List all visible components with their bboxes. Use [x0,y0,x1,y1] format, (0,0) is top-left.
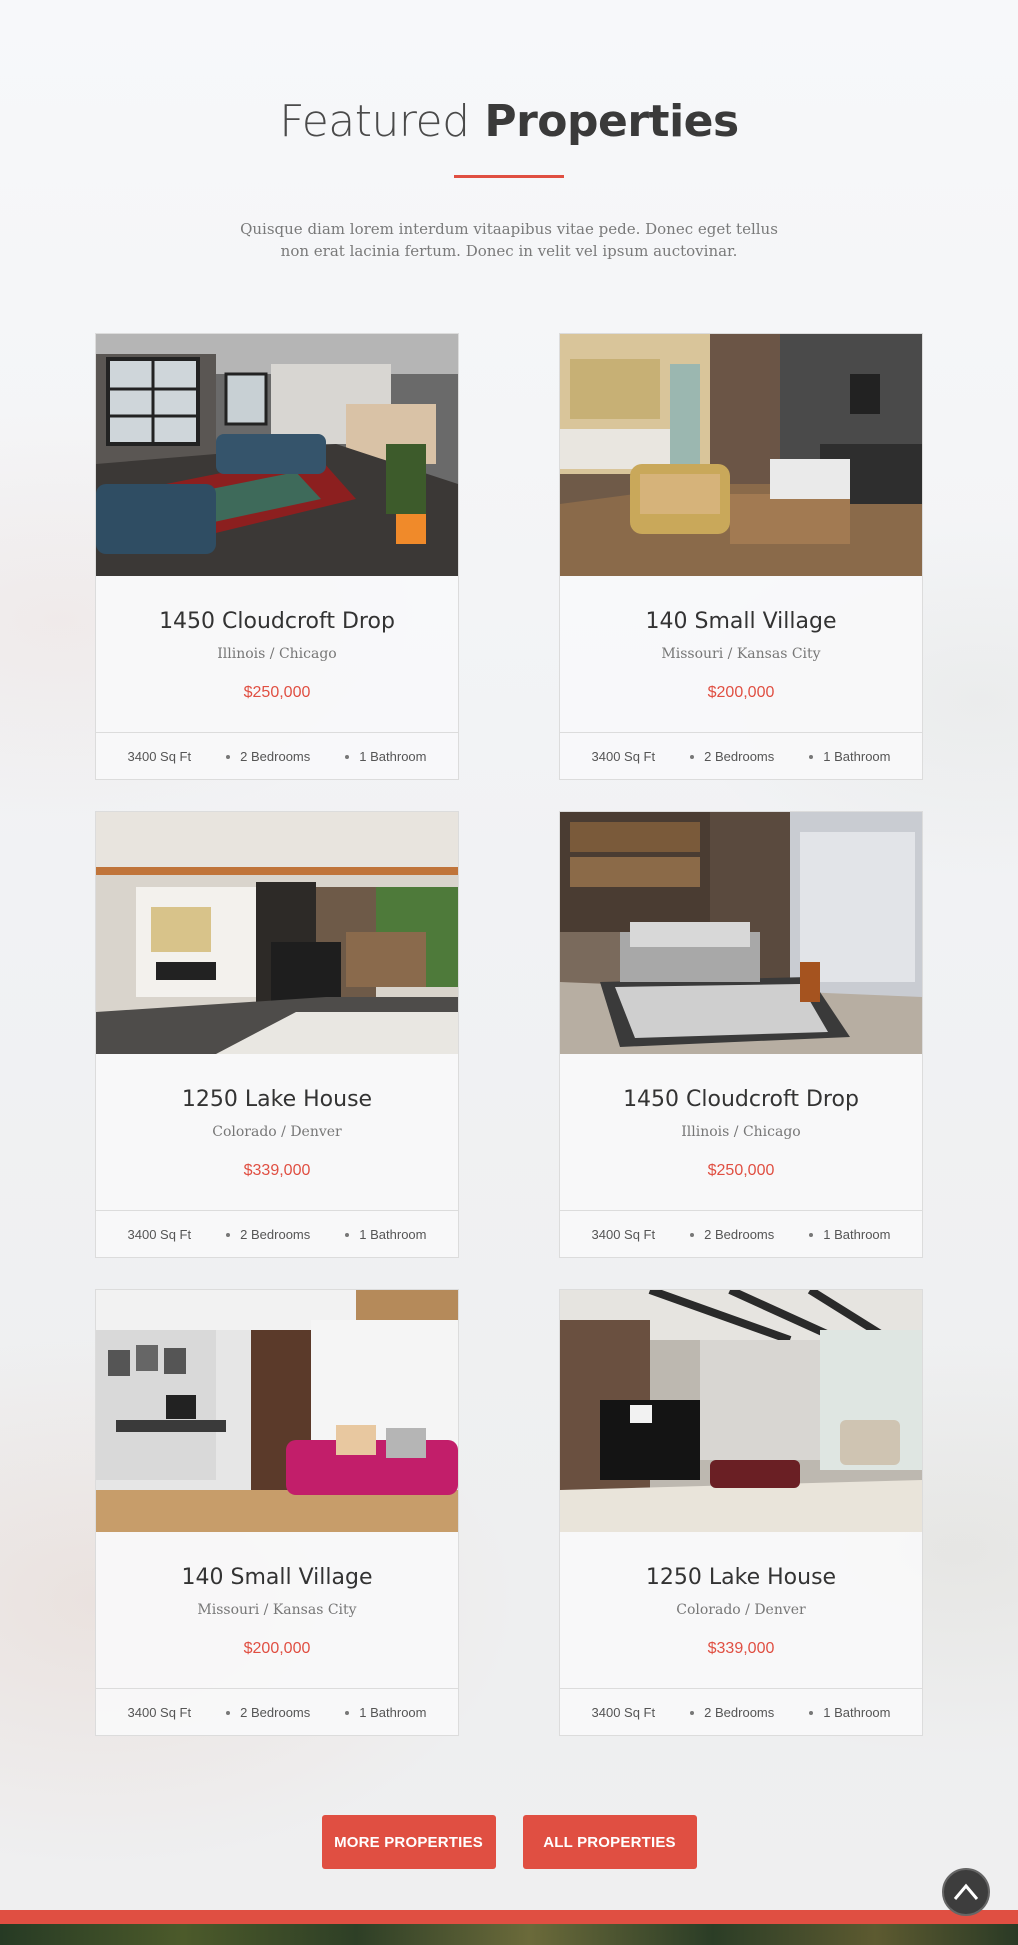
property-bedrooms-wrap: 2 Bedrooms [226,749,310,764]
property-price: $339,000 [243,1162,311,1179]
property-bedrooms: 2 Bedrooms [240,748,311,764]
footer-image-strip [0,1924,1018,1945]
property-location: Illinois / Chicago [681,1124,801,1140]
property-bathrooms-wrap: 1 Bathroom [809,749,890,764]
bullet-icon [345,1711,350,1716]
property-specs: 3400 Sq Ft 2 Bedrooms 1 Bathroom [96,1210,458,1257]
property-info: 1250 Lake House Colorado / Denver $339,0… [96,1054,458,1209]
property-price: $339,000 [707,1640,775,1657]
section-header: Featured Properties Quisque diam lorem i… [0,96,1018,262]
property-bathrooms: 1 Bathroom [359,1226,427,1242]
property-card[interactable]: 140 Small Village Missouri / Kansas City… [95,1289,459,1736]
property-bathrooms: 1 Bathroom [359,748,427,764]
property-bedrooms: 2 Bedrooms [704,1704,775,1720]
property-name[interactable]: 1250 Lake House [96,1087,458,1112]
property-name[interactable]: 1450 Cloudcroft Drop [96,609,458,634]
property-location: Illinois / Chicago [217,646,337,662]
property-name[interactable]: 1450 Cloudcroft Drop [560,1087,922,1112]
property-bathrooms-wrap: 1 Bathroom [345,749,426,764]
property-name[interactable]: 140 Small Village [96,1565,458,1590]
property-info: 1250 Lake House Colorado / Denver $339,0… [560,1532,922,1687]
property-location: Missouri / Kansas City [661,646,821,662]
more-properties-button[interactable]: MORE PROPERTIES [321,1815,496,1869]
property-area: 3400 Sq Ft [127,748,192,764]
bullet-icon [226,1233,231,1238]
property-area: 3400 Sq Ft [591,1704,656,1720]
section-title-bold: Properties [484,96,739,147]
property-bathrooms-wrap: 1 Bathroom [345,1227,426,1242]
property-info: 1450 Cloudcroft Drop Illinois / Chicago … [96,576,458,731]
chevron-up-icon [953,1883,979,1900]
property-card[interactable]: 1250 Lake House Colorado / Denver $339,0… [559,1289,923,1736]
property-area: 3400 Sq Ft [127,1226,192,1242]
property-bathrooms-wrap: 1 Bathroom [809,1705,890,1720]
piano-lounge-photo[interactable] [560,1290,922,1532]
property-card[interactable]: 1450 Cloudcroft Drop Illinois / Chicago … [559,811,923,1258]
section-title-light: Featured [279,96,470,147]
property-specs: 3400 Sq Ft 2 Bedrooms 1 Bathroom [96,732,458,779]
property-price: $250,000 [243,684,311,701]
property-specs: 3400 Sq Ft 2 Bedrooms 1 Bathroom [560,1688,922,1735]
property-price: $200,000 [707,684,775,701]
property-card[interactable]: 140 Small Village Missouri / Kansas City… [559,333,923,780]
bullet-icon [809,755,814,760]
property-bathrooms-wrap: 1 Bathroom [809,1227,890,1242]
property-specs: 3400 Sq Ft 2 Bedrooms 1 Bathroom [560,1210,922,1257]
bedroom-photo[interactable] [560,812,922,1054]
property-actions: MORE PROPERTIES ALL PROPERTIES [0,1815,1018,1869]
living-room-photo[interactable] [96,334,458,576]
property-bathrooms: 1 Bathroom [823,1704,891,1720]
property-location: Colorado / Denver [676,1602,806,1618]
property-card[interactable]: 1450 Cloudcroft Drop Illinois / Chicago … [95,333,459,780]
property-location: Missouri / Kansas City [197,1602,357,1618]
property-area: 3400 Sq Ft [591,748,656,764]
property-area: 3400 Sq Ft [591,1226,656,1242]
property-bedrooms-wrap: 2 Bedrooms [226,1705,310,1720]
property-name[interactable]: 1250 Lake House [560,1565,922,1590]
property-info: 140 Small Village Missouri / Kansas City… [560,576,922,731]
bullet-icon [226,1711,231,1716]
footer-accent-bar [0,1910,1018,1924]
property-area: 3400 Sq Ft [127,1704,192,1720]
property-specs: 3400 Sq Ft 2 Bedrooms 1 Bathroom [96,1688,458,1735]
property-info: 1450 Cloudcroft Drop Illinois / Chicago … [560,1054,922,1209]
bullet-icon [345,1233,350,1238]
property-price: $200,000 [243,1640,311,1657]
bullet-icon [690,1233,695,1238]
bullet-icon [690,1711,695,1716]
property-bedrooms: 2 Bedrooms [240,1704,311,1720]
property-bathrooms: 1 Bathroom [823,1226,891,1242]
property-info: 140 Small Village Missouri / Kansas City… [96,1532,458,1687]
property-location: Colorado / Denver [212,1124,342,1140]
bullet-icon [226,755,231,760]
section-intro: Quisque diam lorem interdum vitaapibus v… [240,220,778,260]
property-name[interactable]: 140 Small Village [560,609,922,634]
section-title: Featured Properties [0,96,1018,147]
property-bedrooms: 2 Bedrooms [240,1226,311,1242]
property-specs: 3400 Sq Ft 2 Bedrooms 1 Bathroom [560,732,922,779]
bullet-icon [809,1233,814,1238]
office-bedroom-photo[interactable] [96,1290,458,1532]
kitchen-photo[interactable] [96,812,458,1054]
property-bathrooms-wrap: 1 Bathroom [345,1705,426,1720]
property-bedrooms-wrap: 2 Bedrooms [690,749,774,764]
property-card[interactable]: 1250 Lake House Colorado / Denver $339,0… [95,811,459,1258]
scroll-top-button[interactable] [942,1868,990,1916]
all-properties-button[interactable]: ALL PROPERTIES [522,1815,697,1869]
property-bedrooms-wrap: 2 Bedrooms [690,1705,774,1720]
bullet-icon [690,755,695,760]
studio-apartment-photo[interactable] [560,334,922,576]
property-bathrooms: 1 Bathroom [359,1704,427,1720]
title-underline [454,175,564,178]
bullet-icon [809,1711,814,1716]
property-price: $250,000 [707,1162,775,1179]
property-bathrooms: 1 Bathroom [823,748,891,764]
property-bedrooms-wrap: 2 Bedrooms [690,1227,774,1242]
property-bedrooms: 2 Bedrooms [704,748,775,764]
bullet-icon [345,755,350,760]
property-bedrooms: 2 Bedrooms [704,1226,775,1242]
property-bedrooms-wrap: 2 Bedrooms [226,1227,310,1242]
